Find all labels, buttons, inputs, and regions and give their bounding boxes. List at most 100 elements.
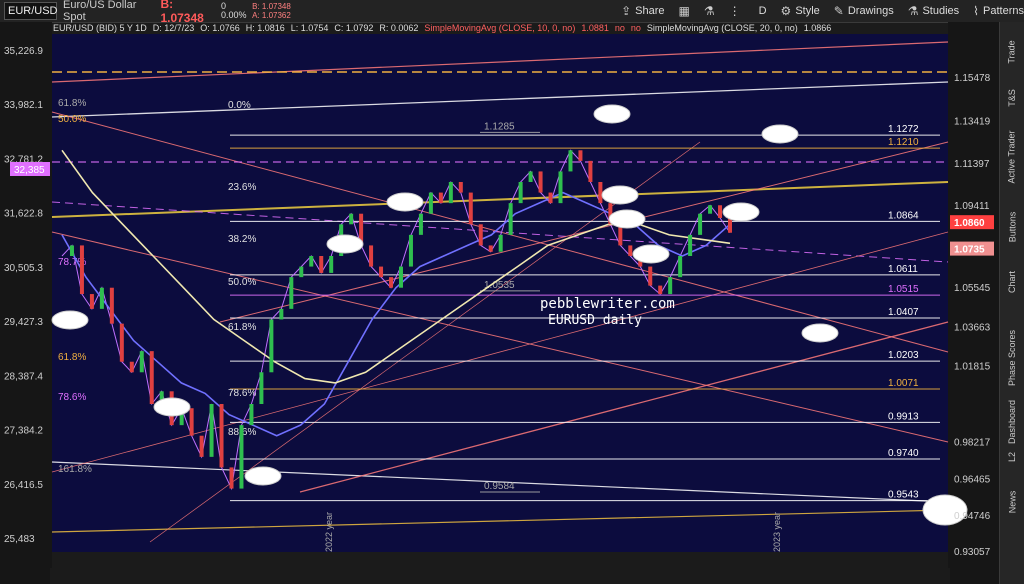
left-tick-label: 30,505.3: [4, 263, 43, 274]
candle: [69, 245, 74, 256]
level-label: 1.1285: [484, 121, 515, 132]
candle: [119, 323, 124, 362]
right-tick-label: 1.01815: [954, 362, 991, 373]
candle: [728, 217, 732, 233]
level-label: 1.0515: [888, 284, 919, 295]
highlight-ellipse: [51, 310, 89, 330]
candle: [109, 287, 114, 324]
candle: [279, 308, 284, 320]
sidebar-tab-t-s[interactable]: T&S: [1002, 80, 1022, 116]
level-label: 1.1210: [888, 137, 919, 148]
patterns-button[interactable]: Patterns: [983, 5, 1024, 17]
price-box-label: 1.0735: [954, 245, 985, 256]
candle: [209, 404, 214, 457]
level-label: 1.0535: [484, 280, 515, 291]
candle: [518, 182, 523, 204]
sidebar-tab-dashboard[interactable]: Dashboard: [1002, 400, 1022, 444]
candle: [199, 435, 204, 457]
symbol-input[interactable]: EUR/USD: [4, 2, 58, 20]
right-tick-label: 0.94746: [954, 511, 991, 522]
left-tick-label: 28,387.4: [4, 371, 43, 382]
studies-button[interactable]: Studies: [922, 5, 959, 17]
sidebar-tab-buttons[interactable]: Buttons: [1002, 202, 1022, 252]
patterns-icon[interactable]: ⌇: [973, 4, 979, 18]
candle: [528, 171, 533, 182]
fib-label: 38.2%: [228, 234, 256, 245]
dots-icon[interactable]: ⋮: [729, 4, 741, 18]
candle: [269, 319, 274, 373]
highlight-ellipse: [326, 234, 364, 254]
bid-value: B: 1.07348: [252, 2, 291, 11]
level-label: 1.0611: [888, 264, 918, 275]
flask-studies-icon[interactable]: ⚗: [908, 4, 919, 18]
bottom-bar: [50, 568, 950, 584]
left-fib-label: 161.8%: [58, 464, 92, 475]
left-tick-label: 26,416.5: [4, 480, 43, 491]
style-button[interactable]: Style: [795, 5, 819, 17]
candle: [329, 256, 334, 273]
price-box-label: 1.0860: [954, 218, 985, 229]
candle: [458, 182, 463, 193]
grid-icon[interactable]: ▦: [678, 4, 689, 18]
sidebar-tab-chart[interactable]: Chart: [1002, 262, 1022, 302]
left-tick-label: 25,483: [4, 534, 35, 545]
highlight-ellipse: [601, 185, 639, 205]
candle: [508, 203, 513, 235]
period-button[interactable]: D: [759, 5, 767, 17]
right-tick-label: 1.11397: [954, 159, 990, 170]
candle: [688, 234, 693, 256]
level-label: 1.0203: [888, 350, 919, 361]
pen-icon[interactable]: ✎: [834, 4, 844, 18]
highlight-ellipse: [761, 124, 799, 144]
level-label: 0.9543: [888, 490, 919, 501]
gear-icon[interactable]: ⚙: [781, 4, 792, 18]
symbol-description: Euro/US Dollar Spot: [63, 0, 137, 23]
vertical-label-2022: 2022 year: [324, 512, 334, 552]
candle: [189, 408, 194, 436]
candle: [548, 192, 553, 204]
candle: [229, 467, 234, 489]
candle: [488, 245, 493, 252]
sidebar-tab-phase-scores[interactable]: Phase Scores: [1002, 322, 1022, 394]
fib-label: 23.6%: [228, 182, 256, 193]
candle: [628, 245, 633, 256]
candle: [259, 372, 264, 404]
share-icon[interactable]: ⇪: [621, 4, 631, 18]
candle: [349, 213, 354, 225]
flask-icon[interactable]: ⚗: [704, 4, 715, 18]
left-fib-label: 61.8%: [58, 98, 86, 109]
candle: [588, 160, 593, 182]
candle: [578, 150, 583, 161]
fib-label: 78.6%: [228, 388, 256, 399]
candle: [149, 351, 154, 404]
sidebar-tab-l2[interactable]: L2: [1002, 442, 1022, 472]
level-label: 1.0071: [888, 378, 919, 389]
highlight-ellipse: [801, 323, 839, 343]
share-button[interactable]: Share: [635, 5, 664, 17]
candle: [398, 266, 403, 288]
sidebar-tab-trade[interactable]: Trade: [1002, 32, 1022, 72]
left-fib-label: 50.0%: [58, 114, 86, 125]
candle: [698, 213, 703, 235]
candle: [408, 234, 413, 267]
candle: [89, 294, 94, 309]
level-label: 0.9740: [888, 448, 919, 459]
candle: [428, 192, 433, 214]
sidebar-tab-active-trader[interactable]: Active Trader: [1002, 122, 1022, 192]
left-fib-label: 78.6%: [58, 392, 86, 403]
candle: [99, 287, 104, 309]
sidebar-tab-news[interactable]: News: [1002, 482, 1022, 522]
candle: [379, 266, 384, 278]
level-label: 0.9584: [484, 481, 515, 492]
chart-watermark-subtitle: EURUSD daily: [548, 313, 642, 328]
price-chart[interactable]: 1.1272 1.1210 1.0864 1.0611 1.0515 1.0407 1.02…: [0, 22, 1000, 584]
candle: [468, 192, 473, 225]
vertical-label-2023: 2023 year: [772, 512, 782, 552]
candle: [558, 171, 563, 204]
drawings-button[interactable]: Drawings: [848, 5, 894, 17]
candle: [568, 150, 573, 172]
candle: [438, 192, 443, 204]
candle: [79, 245, 84, 295]
candle: [299, 266, 304, 278]
highlight-ellipse: [153, 397, 191, 417]
